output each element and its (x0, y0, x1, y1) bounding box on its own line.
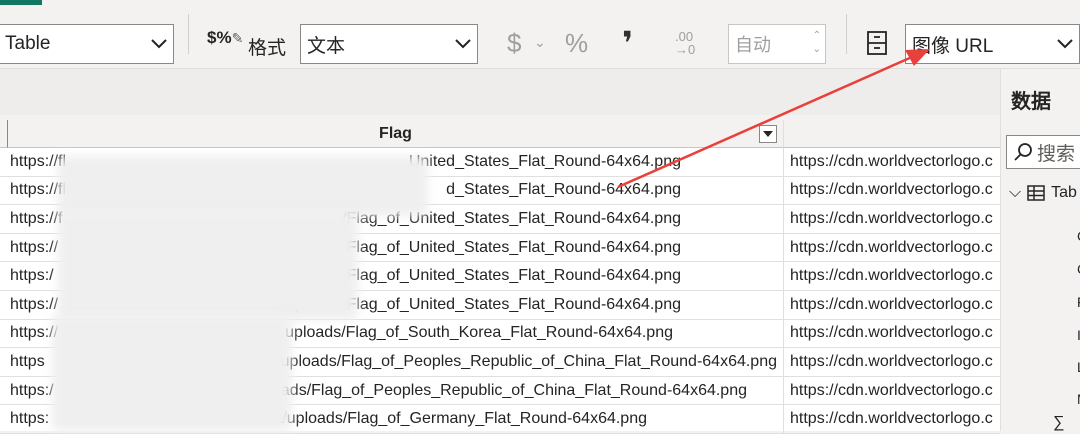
url-cell[interactable]: https://cdn.worldvectorlogo.c (783, 319, 1000, 348)
table-select[interactable]: Table (0, 24, 174, 64)
chevron-down-icon (1051, 25, 1079, 63)
chevron-down-icon (145, 25, 173, 63)
data-pane-title: 数据 (1011, 91, 1051, 113)
flag-cell-suffix: ent/uploads/Flag_of_Peoples_Republic_of_… (223, 381, 747, 399)
ribbon-separator (188, 14, 189, 54)
chevron-down-icon[interactable]: ⌄ (534, 34, 546, 51)
flag-cell-suffix: d_States_Flat_Round-64x64.png (446, 181, 681, 199)
spinner-arrows-icon[interactable]: ⌃ ⌄ (813, 29, 821, 57)
flag-cell-suffix: t/uploads/Flag_of_Peoples_Republic_of_Ch… (271, 352, 777, 370)
url-cell[interactable]: https://cdn.worldvectorlogo.c (783, 148, 1000, 176)
ribbon-toolbar: Table $%✎ 格式 文本 $ ⌄ % ❜ .00 →0 自动 ⌃ ⌄ 图像 … (0, 0, 1080, 69)
flag-cell-prefix: https:// (10, 324, 59, 342)
chevron-down-icon (449, 25, 477, 63)
format-select-value: 文本 (307, 35, 346, 57)
field-search-input[interactable]: 搜索 (1006, 135, 1080, 169)
percent-button[interactable]: % (565, 28, 588, 59)
format-select[interactable]: 文本 (300, 24, 478, 64)
table-node-label: Tab (1051, 184, 1077, 201)
decimal-places-value: 自动 (735, 35, 771, 55)
decimal-icon[interactable]: .00 →0 (675, 30, 695, 56)
url-cell[interactable]: https://cdn.worldvectorlogo.c (783, 376, 1000, 405)
table-icon (1027, 185, 1045, 201)
chevron-down-icon[interactable]: ⌵ (1009, 184, 1021, 202)
active-tab-indicator (0, 0, 42, 5)
url-cell[interactable]: https://cdn.worldvectorlogo.c (783, 262, 1000, 290)
flag-cell-prefix: https (10, 352, 45, 370)
flag-cell-suffix: United_States_Flat_Round-64x64.png (408, 152, 681, 170)
flag-cell-prefix: https://f (10, 209, 63, 227)
flag-cell-suffix: uploads/Flag_of_South_Korea_Flat_Round-6… (285, 324, 673, 342)
sigma-icon: ∑ (1053, 414, 1065, 431)
decimal-icon-bottom: →0 (675, 42, 696, 57)
data-category-value: 图像 URL (912, 35, 994, 57)
format-label: 格式 (248, 38, 287, 59)
url-cell[interactable]: https://cdn.worldvectorlogo.c (783, 405, 1000, 433)
decimal-places-spinner[interactable]: 自动 ⌃ ⌄ (728, 24, 826, 64)
url-cell[interactable]: https://cdn.worldvectorlogo.c (783, 176, 1000, 205)
redaction-blur (58, 156, 428, 216)
search-icon (1014, 143, 1032, 161)
redaction-blur (58, 210, 358, 320)
column-header-next[interactable] (783, 120, 1000, 148)
url-cell[interactable]: https://cdn.worldvectorlogo.c (783, 348, 1000, 376)
data-category-select[interactable]: 图像 URL (905, 24, 1080, 64)
flag-cell-prefix: https:// (10, 238, 59, 256)
flag-cell-suffix: t/uploads/Flag_of_Germany_Flat_Round-64x… (277, 410, 647, 428)
search-placeholder: 搜索 (1037, 143, 1076, 165)
currency-button[interactable]: $ (507, 28, 521, 59)
data-grid: Flag https://fl United_States_Flat_Round-… (0, 120, 1000, 434)
url-cell[interactable]: https://cdn.worldvectorlogo.c (783, 233, 1000, 262)
flag-cell-prefix: https:// (10, 295, 59, 313)
column-header-label: Flag (379, 124, 412, 142)
prev-column-header[interactable] (0, 120, 8, 148)
data-pane: 数据 搜索 ⌵ Tab CCFILM ∑ (1000, 69, 1080, 431)
comma-button[interactable]: ❜ (622, 24, 633, 62)
ribbon-separator (846, 14, 847, 54)
table-select-value: Table (5, 33, 51, 54)
flag-cell-prefix: https: (10, 410, 50, 428)
table-node[interactable]: ⌵ Tab (1009, 184, 1077, 202)
flag-cell-prefix: https:/ (10, 381, 54, 399)
formula-bar (0, 69, 1000, 115)
url-cell[interactable]: https://cdn.worldvectorlogo.c (783, 205, 1000, 233)
redaction-blur (52, 315, 292, 431)
data-category-icon (866, 30, 888, 62)
filter-dropdown-icon[interactable] (759, 125, 777, 143)
format-icon: $%✎ (207, 28, 244, 47)
column-header-flag[interactable]: Flag (8, 120, 783, 148)
url-cell[interactable]: https://cdn.worldvectorlogo.c (783, 291, 1000, 319)
flag-cell-prefix: https:/ (10, 267, 54, 285)
flag-cell-suffix: ploads/Flag_of_United_States_Flat_Round-… (294, 295, 681, 313)
flag-cell-suffix: /Flag_of_United_States_Flat_Round-64x64.… (342, 267, 681, 285)
flag-cell-suffix: ads/Flag_of_United_States_Flat_Round-64x… (316, 238, 681, 256)
